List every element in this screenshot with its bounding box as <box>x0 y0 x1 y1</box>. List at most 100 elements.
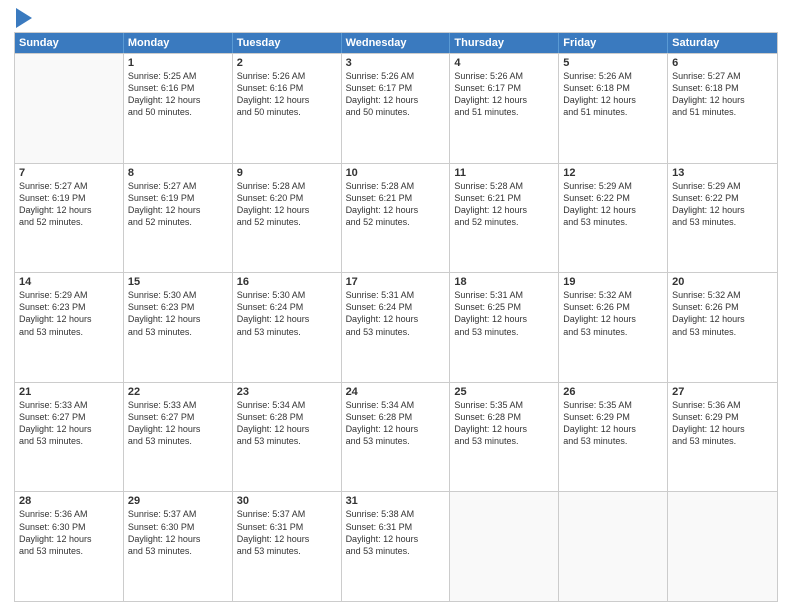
day-number: 10 <box>346 167 446 179</box>
header-day-monday: Monday <box>124 33 233 53</box>
cell-info: Sunrise: 5:33 AMSunset: 6:27 PMDaylight:… <box>19 399 119 448</box>
calendar-cell: 16Sunrise: 5:30 AMSunset: 6:24 PMDayligh… <box>233 273 342 382</box>
calendar: SundayMondayTuesdayWednesdayThursdayFrid… <box>14 32 778 602</box>
calendar-row: 1Sunrise: 5:25 AMSunset: 6:16 PMDaylight… <box>15 53 777 163</box>
calendar-cell: 12Sunrise: 5:29 AMSunset: 6:22 PMDayligh… <box>559 164 668 273</box>
calendar-cell: 27Sunrise: 5:36 AMSunset: 6:29 PMDayligh… <box>668 383 777 492</box>
day-number: 12 <box>563 167 663 179</box>
header-day-wednesday: Wednesday <box>342 33 451 53</box>
logo-arrow-icon <box>16 8 32 28</box>
calendar-cell <box>668 492 777 601</box>
day-number: 11 <box>454 167 554 179</box>
calendar-cell: 23Sunrise: 5:34 AMSunset: 6:28 PMDayligh… <box>233 383 342 492</box>
calendar-cell: 18Sunrise: 5:31 AMSunset: 6:25 PMDayligh… <box>450 273 559 382</box>
day-number: 21 <box>19 386 119 398</box>
header-day-thursday: Thursday <box>450 33 559 53</box>
header-day-sunday: Sunday <box>15 33 124 53</box>
calendar-body: 1Sunrise: 5:25 AMSunset: 6:16 PMDaylight… <box>15 53 777 601</box>
calendar-cell <box>450 492 559 601</box>
day-number: 9 <box>237 167 337 179</box>
cell-info: Sunrise: 5:32 AMSunset: 6:26 PMDaylight:… <box>672 289 773 338</box>
day-number: 2 <box>237 57 337 69</box>
header-day-tuesday: Tuesday <box>233 33 342 53</box>
cell-info: Sunrise: 5:31 AMSunset: 6:25 PMDaylight:… <box>454 289 554 338</box>
calendar-row: 7Sunrise: 5:27 AMSunset: 6:19 PMDaylight… <box>15 163 777 273</box>
day-number: 27 <box>672 386 773 398</box>
day-number: 5 <box>563 57 663 69</box>
day-number: 31 <box>346 495 446 507</box>
cell-info: Sunrise: 5:28 AMSunset: 6:21 PMDaylight:… <box>346 180 446 229</box>
day-number: 8 <box>128 167 228 179</box>
day-number: 25 <box>454 386 554 398</box>
calendar-row: 21Sunrise: 5:33 AMSunset: 6:27 PMDayligh… <box>15 382 777 492</box>
cell-info: Sunrise: 5:28 AMSunset: 6:20 PMDaylight:… <box>237 180 337 229</box>
calendar-cell: 30Sunrise: 5:37 AMSunset: 6:31 PMDayligh… <box>233 492 342 601</box>
cell-info: Sunrise: 5:28 AMSunset: 6:21 PMDaylight:… <box>454 180 554 229</box>
page: SundayMondayTuesdayWednesdayThursdayFrid… <box>0 0 792 612</box>
cell-info: Sunrise: 5:26 AMSunset: 6:17 PMDaylight:… <box>346 70 446 119</box>
day-number: 17 <box>346 276 446 288</box>
header-day-saturday: Saturday <box>668 33 777 53</box>
calendar-cell: 24Sunrise: 5:34 AMSunset: 6:28 PMDayligh… <box>342 383 451 492</box>
day-number: 14 <box>19 276 119 288</box>
cell-info: Sunrise: 5:27 AMSunset: 6:19 PMDaylight:… <box>128 180 228 229</box>
day-number: 30 <box>237 495 337 507</box>
cell-info: Sunrise: 5:26 AMSunset: 6:16 PMDaylight:… <box>237 70 337 119</box>
day-number: 29 <box>128 495 228 507</box>
day-number: 18 <box>454 276 554 288</box>
calendar-cell: 22Sunrise: 5:33 AMSunset: 6:27 PMDayligh… <box>124 383 233 492</box>
cell-info: Sunrise: 5:30 AMSunset: 6:23 PMDaylight:… <box>128 289 228 338</box>
day-number: 15 <box>128 276 228 288</box>
day-number: 6 <box>672 57 773 69</box>
day-number: 20 <box>672 276 773 288</box>
logo <box>14 10 32 24</box>
cell-info: Sunrise: 5:35 AMSunset: 6:29 PMDaylight:… <box>563 399 663 448</box>
cell-info: Sunrise: 5:27 AMSunset: 6:19 PMDaylight:… <box>19 180 119 229</box>
calendar-cell: 26Sunrise: 5:35 AMSunset: 6:29 PMDayligh… <box>559 383 668 492</box>
calendar-cell: 29Sunrise: 5:37 AMSunset: 6:30 PMDayligh… <box>124 492 233 601</box>
calendar-cell: 9Sunrise: 5:28 AMSunset: 6:20 PMDaylight… <box>233 164 342 273</box>
day-number: 13 <box>672 167 773 179</box>
cell-info: Sunrise: 5:29 AMSunset: 6:23 PMDaylight:… <box>19 289 119 338</box>
calendar-cell: 31Sunrise: 5:38 AMSunset: 6:31 PMDayligh… <box>342 492 451 601</box>
day-number: 19 <box>563 276 663 288</box>
calendar-header: SundayMondayTuesdayWednesdayThursdayFrid… <box>15 33 777 53</box>
cell-info: Sunrise: 5:37 AMSunset: 6:31 PMDaylight:… <box>237 508 337 557</box>
header <box>14 10 778 24</box>
cell-info: Sunrise: 5:36 AMSunset: 6:29 PMDaylight:… <box>672 399 773 448</box>
calendar-cell: 14Sunrise: 5:29 AMSunset: 6:23 PMDayligh… <box>15 273 124 382</box>
calendar-row: 14Sunrise: 5:29 AMSunset: 6:23 PMDayligh… <box>15 272 777 382</box>
cell-info: Sunrise: 5:37 AMSunset: 6:30 PMDaylight:… <box>128 508 228 557</box>
calendar-row: 28Sunrise: 5:36 AMSunset: 6:30 PMDayligh… <box>15 491 777 601</box>
day-number: 22 <box>128 386 228 398</box>
calendar-cell: 4Sunrise: 5:26 AMSunset: 6:17 PMDaylight… <box>450 54 559 163</box>
cell-info: Sunrise: 5:32 AMSunset: 6:26 PMDaylight:… <box>563 289 663 338</box>
day-number: 28 <box>19 495 119 507</box>
calendar-cell: 21Sunrise: 5:33 AMSunset: 6:27 PMDayligh… <box>15 383 124 492</box>
calendar-cell: 20Sunrise: 5:32 AMSunset: 6:26 PMDayligh… <box>668 273 777 382</box>
cell-info: Sunrise: 5:34 AMSunset: 6:28 PMDaylight:… <box>237 399 337 448</box>
cell-info: Sunrise: 5:27 AMSunset: 6:18 PMDaylight:… <box>672 70 773 119</box>
cell-info: Sunrise: 5:26 AMSunset: 6:18 PMDaylight:… <box>563 70 663 119</box>
cell-info: Sunrise: 5:35 AMSunset: 6:28 PMDaylight:… <box>454 399 554 448</box>
calendar-cell: 25Sunrise: 5:35 AMSunset: 6:28 PMDayligh… <box>450 383 559 492</box>
cell-info: Sunrise: 5:34 AMSunset: 6:28 PMDaylight:… <box>346 399 446 448</box>
cell-info: Sunrise: 5:30 AMSunset: 6:24 PMDaylight:… <box>237 289 337 338</box>
calendar-cell: 1Sunrise: 5:25 AMSunset: 6:16 PMDaylight… <box>124 54 233 163</box>
day-number: 4 <box>454 57 554 69</box>
day-number: 26 <box>563 386 663 398</box>
calendar-cell: 2Sunrise: 5:26 AMSunset: 6:16 PMDaylight… <box>233 54 342 163</box>
day-number: 7 <box>19 167 119 179</box>
calendar-cell: 10Sunrise: 5:28 AMSunset: 6:21 PMDayligh… <box>342 164 451 273</box>
cell-info: Sunrise: 5:31 AMSunset: 6:24 PMDaylight:… <box>346 289 446 338</box>
cell-info: Sunrise: 5:36 AMSunset: 6:30 PMDaylight:… <box>19 508 119 557</box>
header-day-friday: Friday <box>559 33 668 53</box>
cell-info: Sunrise: 5:38 AMSunset: 6:31 PMDaylight:… <box>346 508 446 557</box>
calendar-cell: 11Sunrise: 5:28 AMSunset: 6:21 PMDayligh… <box>450 164 559 273</box>
day-number: 23 <box>237 386 337 398</box>
cell-info: Sunrise: 5:26 AMSunset: 6:17 PMDaylight:… <box>454 70 554 119</box>
cell-info: Sunrise: 5:25 AMSunset: 6:16 PMDaylight:… <box>128 70 228 119</box>
day-number: 3 <box>346 57 446 69</box>
logo-top <box>14 10 32 28</box>
calendar-cell: 8Sunrise: 5:27 AMSunset: 6:19 PMDaylight… <box>124 164 233 273</box>
